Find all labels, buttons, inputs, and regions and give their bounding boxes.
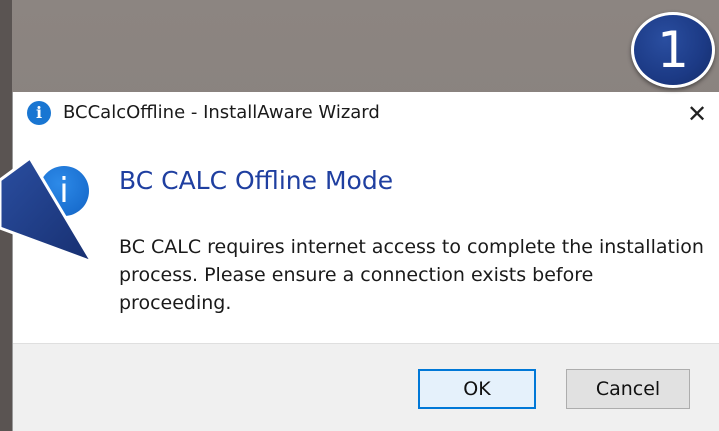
title-bar: i BCCalcOffline - InstallAware Wizard ✕ (13, 92, 719, 136)
cancel-button[interactable]: Cancel (566, 369, 690, 409)
dialog-heading: BC CALC Offline Mode (119, 166, 394, 195)
callout-arrow (0, 156, 94, 264)
close-button[interactable]: ✕ (675, 92, 719, 136)
step-badge: 1 (631, 12, 715, 88)
info-icon: i (27, 101, 51, 125)
dialog-footer: OK Cancel (13, 343, 719, 431)
dialog-message: BC CALC requires internet access to comp… (119, 236, 704, 314)
window-title: BCCalcOffline - InstallAware Wizard (63, 102, 380, 123)
ok-button[interactable]: OK (418, 369, 536, 409)
